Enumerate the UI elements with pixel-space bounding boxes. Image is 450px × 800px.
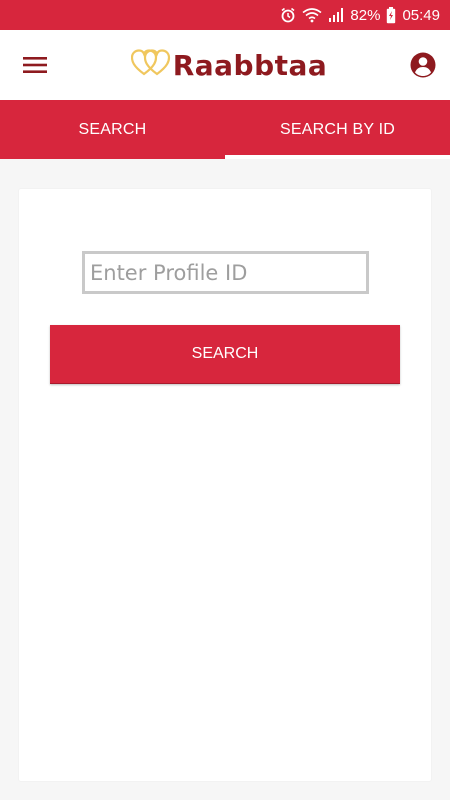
- tab-search-by-id-label: SEARCH BY ID: [279, 120, 396, 138]
- wifi-icon: [302, 7, 322, 23]
- profile-id-input[interactable]: [82, 251, 369, 294]
- search-button[interactable]: SEARCH: [50, 325, 400, 384]
- alarm-icon: [280, 7, 296, 23]
- tab-search[interactable]: SEARCH: [0, 100, 225, 159]
- brand-name: Raabbtaa: [172, 48, 328, 82]
- account-icon[interactable]: [408, 50, 438, 80]
- search-card: SEARCH: [19, 189, 431, 781]
- battery-percent: 82%: [350, 6, 381, 24]
- tab-search-label: SEARCH: [78, 120, 147, 138]
- hearts-logo-icon: [130, 48, 171, 82]
- status-bar: 82% 05:49: [0, 0, 450, 30]
- app-bar: Raabbtaa: [0, 30, 450, 100]
- signal-icon: [328, 8, 344, 22]
- tab-bar: SEARCH SEARCH BY ID: [0, 100, 450, 159]
- status-time: 05:49: [402, 6, 440, 24]
- battery-charging-icon: [386, 6, 396, 24]
- brand-logo: Raabbtaa: [130, 48, 328, 82]
- tab-search-by-id[interactable]: SEARCH BY ID: [225, 100, 450, 159]
- menu-icon[interactable]: [20, 50, 50, 80]
- tab-indicator: [225, 155, 450, 159]
